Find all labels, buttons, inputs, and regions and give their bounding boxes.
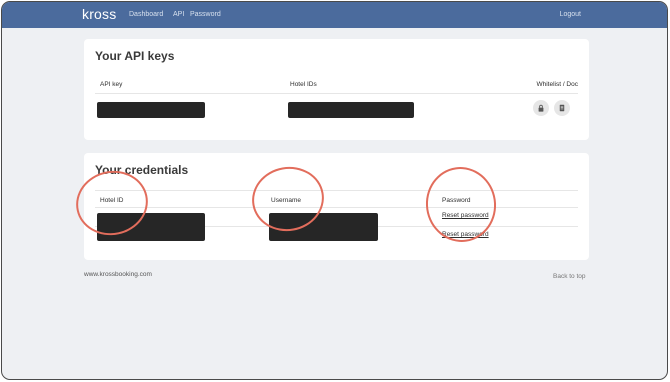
- footer-site-link[interactable]: www.krossbooking.com: [84, 271, 152, 278]
- redacted-hotel-id: [97, 213, 205, 241]
- credentials-card: Your credentials Hotel ID Username Passw…: [84, 153, 589, 260]
- password-column-header: Password: [442, 197, 471, 204]
- nav-api-link[interactable]: API: [173, 11, 184, 18]
- document-icon: [559, 104, 565, 112]
- reset-password-link-2[interactable]: Reset password: [442, 231, 489, 238]
- nav-dashboard-link[interactable]: Dashboard: [129, 11, 163, 18]
- whitelist-doc-column-header: Whitelist / Doc: [536, 81, 578, 88]
- hotel-id-column-header: Hotel ID: [100, 197, 124, 204]
- reset-password-link[interactable]: Reset password: [442, 212, 489, 219]
- credentials-header-row: Hotel ID Username Password: [95, 190, 578, 208]
- username-column-header: Username: [271, 197, 301, 204]
- redacted-api-key: [97, 102, 205, 118]
- top-nav: kross Dashboard API Password Logout: [2, 2, 667, 28]
- api-keys-header-row: API key Hotel IDs Whitelist / Doc: [95, 75, 578, 94]
- api-keys-title: Your API keys: [95, 49, 175, 63]
- api-keys-card: Your API keys API key Hotel IDs Whitelis…: [84, 39, 589, 140]
- credentials-title: Your credentials: [95, 163, 189, 177]
- redacted-username: [269, 213, 378, 241]
- back-to-top-link[interactable]: Back to top: [553, 273, 586, 280]
- hotel-ids-column-header: Hotel IDs: [290, 81, 317, 88]
- logout-link[interactable]: Logout: [560, 11, 581, 18]
- lock-icon: [538, 104, 544, 112]
- browser-frame: kross Dashboard API Password Logout Your…: [1, 1, 668, 380]
- redacted-hotel-ids: [288, 102, 414, 118]
- nav-password-link[interactable]: Password: [190, 11, 221, 18]
- kross-logo[interactable]: kross: [82, 6, 116, 22]
- doc-button[interactable]: [554, 100, 570, 116]
- api-key-column-header: API key: [100, 81, 123, 88]
- whitelist-lock-button[interactable]: [533, 100, 549, 116]
